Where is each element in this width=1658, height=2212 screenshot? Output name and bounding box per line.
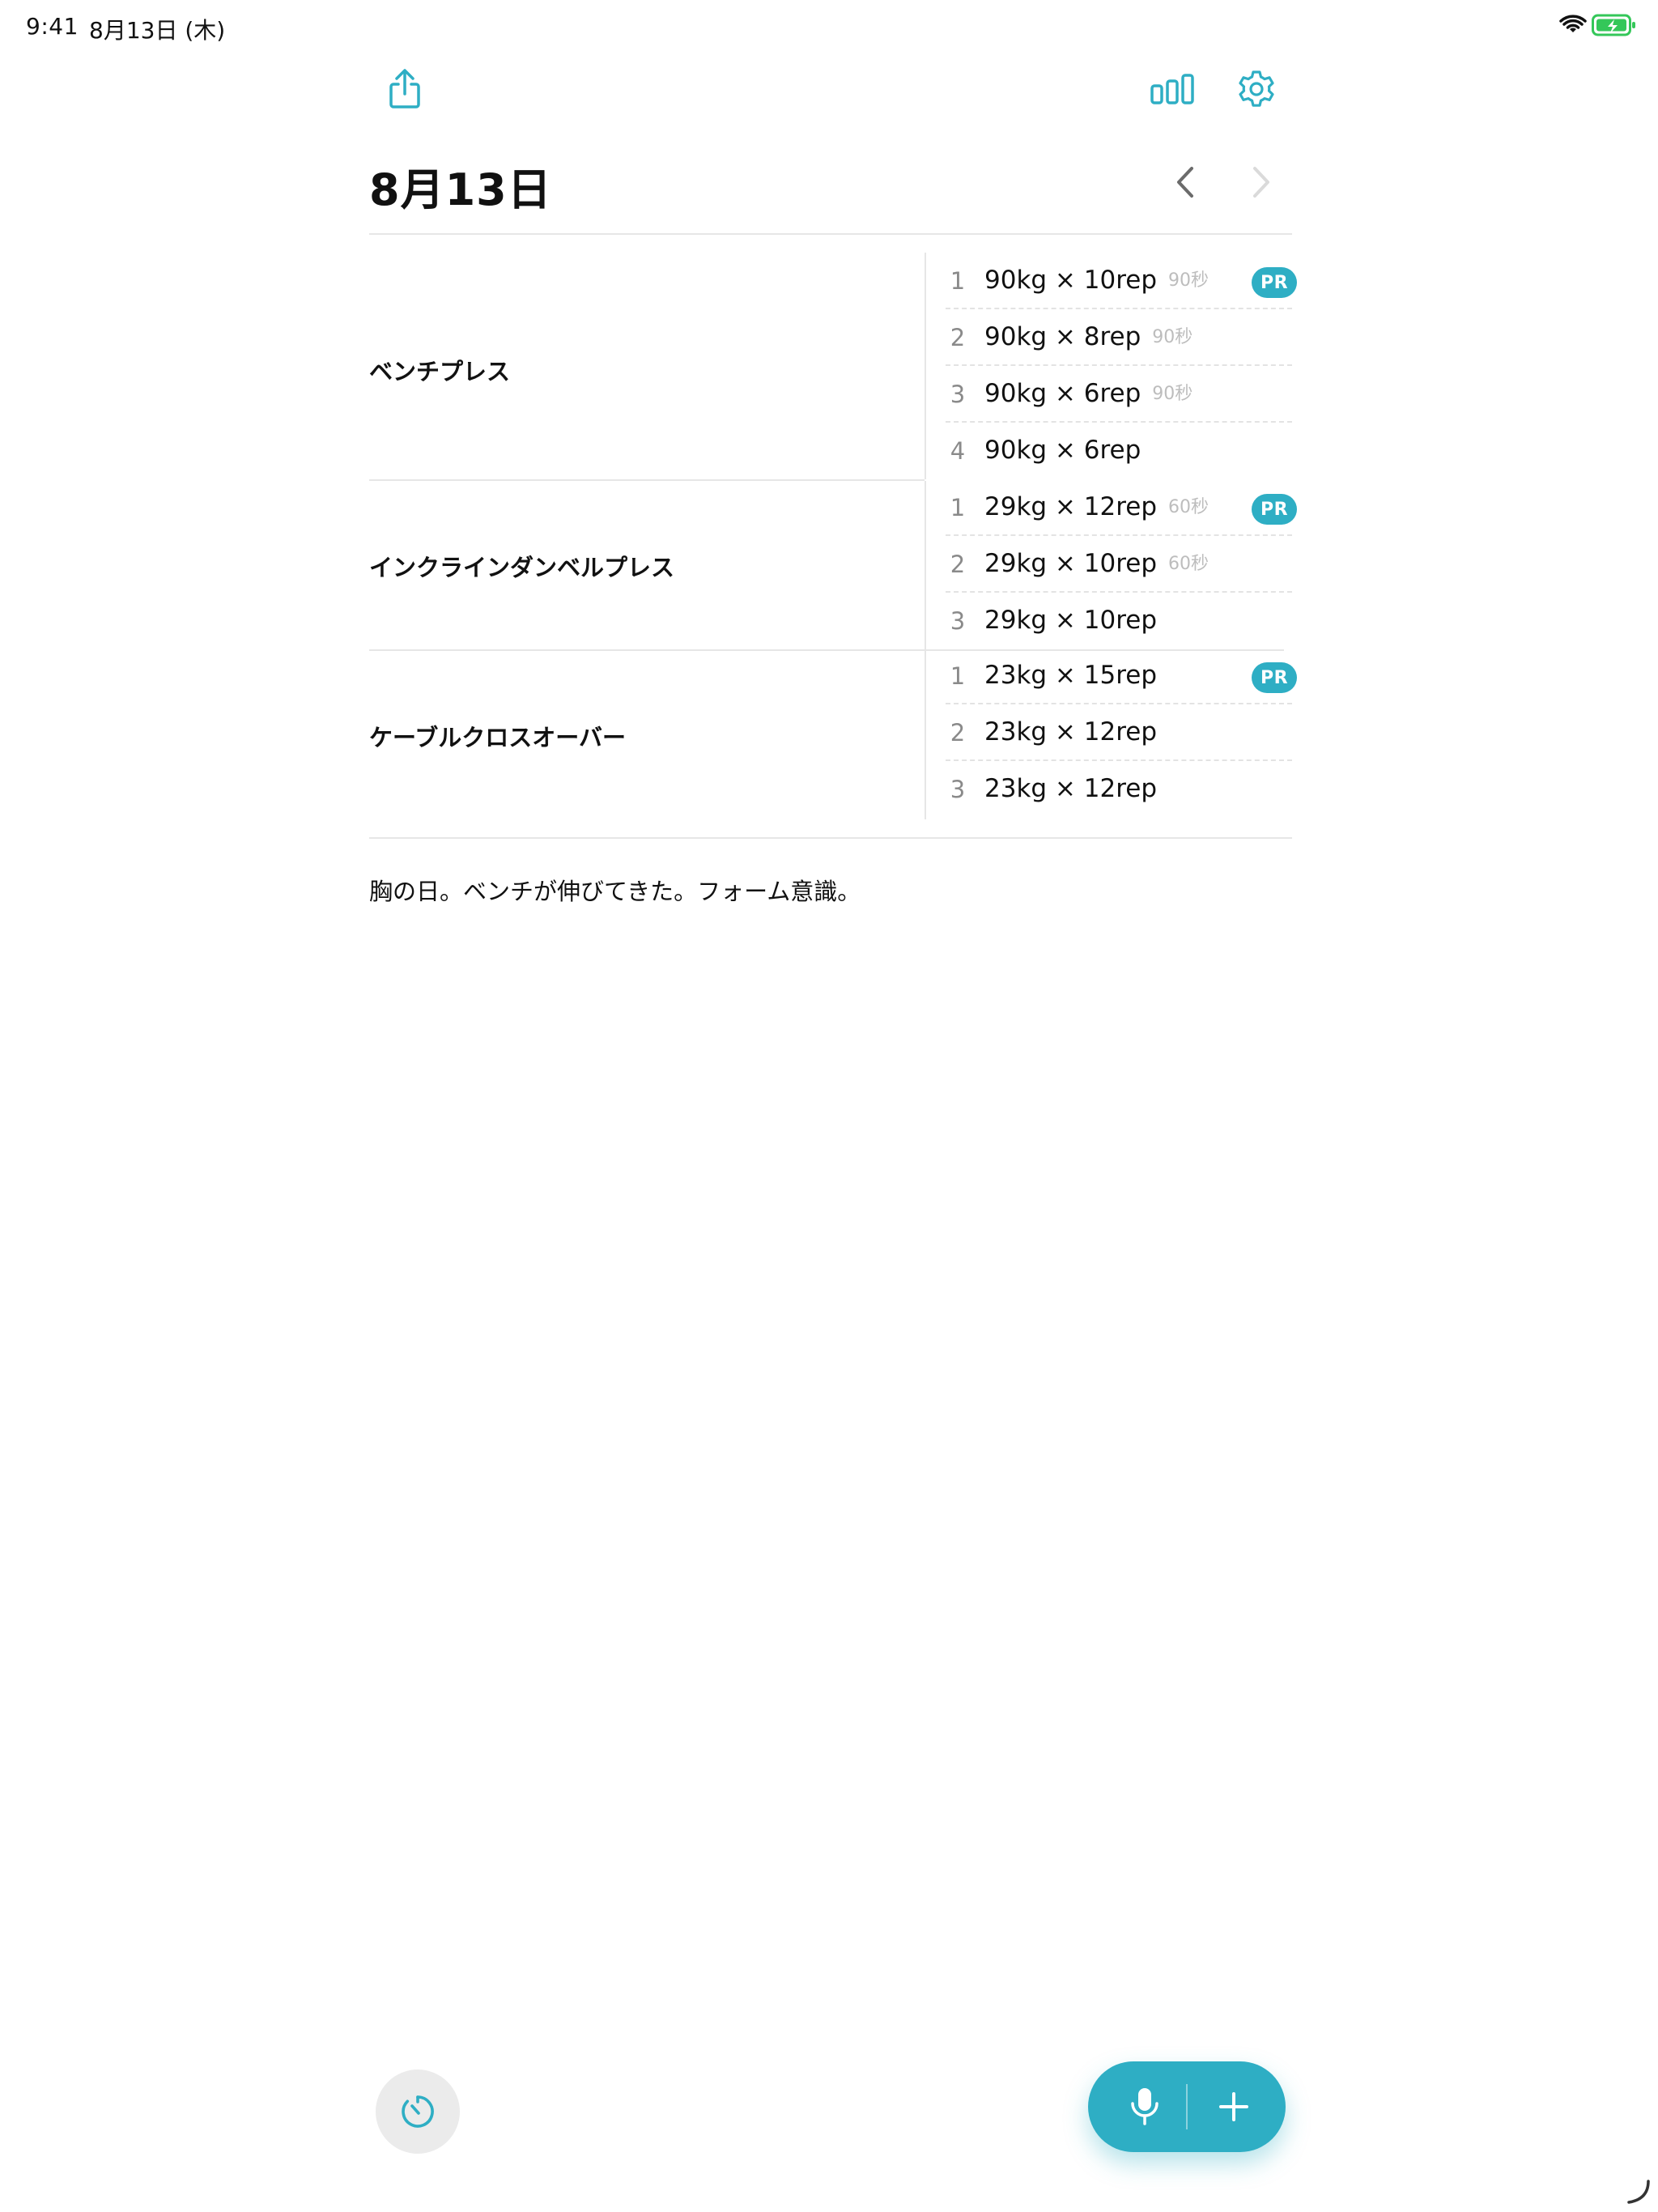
workout-divider — [369, 837, 1292, 839]
exercise-name: インクラインダンベルプレス — [369, 554, 675, 581]
set-row[interactable]: 2 90kg × 8rep 90秒 — [946, 309, 1292, 366]
microphone-icon — [1131, 2088, 1158, 2125]
exercise-name: ベンチプレス — [369, 358, 511, 385]
column-divider — [925, 253, 926, 479]
exercise-block[interactable]: インクラインダンベルプレス 1 29kg × 12rep 60秒 2 29kg ×… — [369, 481, 1292, 649]
page-title: 8月13日 — [369, 164, 552, 215]
set-number: 1 — [950, 494, 966, 521]
set-value: 29kg × 10rep — [984, 549, 1158, 578]
set-value: 90kg × 6rep — [984, 436, 1141, 465]
rest-time: 60秒 — [1168, 554, 1209, 574]
battery-charging-icon — [1592, 14, 1635, 36]
rest-time: 90秒 — [1152, 384, 1193, 404]
rest-time: 90秒 — [1152, 327, 1193, 347]
set-row[interactable]: 3 90kg × 6rep 90秒 — [946, 366, 1292, 423]
timer-icon — [402, 2095, 434, 2128]
fab-divider — [1186, 2084, 1188, 2129]
share-button[interactable] — [380, 65, 429, 113]
set-number: 4 — [950, 437, 966, 465]
settings-button[interactable] — [1231, 63, 1282, 115]
set-value-wrap: 29kg × 12rep 60秒 — [984, 492, 1209, 521]
share-icon — [389, 69, 420, 108]
set-number: 1 — [950, 662, 966, 690]
add-exercise-button[interactable] — [1209, 2082, 1258, 2131]
header-divider — [369, 233, 1292, 235]
set-number: 3 — [950, 381, 966, 408]
rest-time: 90秒 — [1168, 270, 1209, 291]
set-value: 23kg × 12rep — [984, 717, 1158, 747]
status-time: 9:41 — [26, 13, 79, 40]
set-value-wrap: 90kg × 10rep 90秒 — [984, 266, 1209, 295]
exercise-name: ケーブルクロスオーバー — [369, 724, 626, 751]
bar-chart-icon — [1150, 74, 1194, 104]
set-value-wrap: 90kg × 8rep 90秒 — [984, 322, 1192, 351]
set-value-wrap: 23kg × 12rep — [984, 717, 1168, 747]
set-row[interactable]: 1 23kg × 15rep — [946, 648, 1292, 704]
set-value: 29kg × 10rep — [984, 606, 1158, 635]
exercise-block[interactable]: ベンチプレス 1 90kg × 10rep 90秒 2 90kg × 8rep 90… — [369, 253, 1292, 479]
gear-icon — [1239, 70, 1274, 107]
set-row[interactable]: 1 90kg × 10rep 90秒 — [946, 253, 1292, 309]
set-value-wrap: 29kg × 10rep 60秒 — [984, 549, 1209, 578]
chevron-right-icon — [1253, 167, 1269, 198]
set-number: 3 — [950, 776, 966, 803]
set-value: 23kg × 12rep — [984, 774, 1158, 803]
column-divider — [925, 651, 926, 819]
set-value: 29kg × 12rep — [984, 492, 1158, 521]
set-row[interactable]: 2 29kg × 10rep 60秒 — [946, 536, 1292, 593]
set-value: 90kg × 8rep — [984, 322, 1141, 351]
pr-badge: PR — [1252, 267, 1297, 298]
plus-icon — [1219, 2092, 1248, 2121]
status-date: 8月13日 (木) — [89, 17, 226, 44]
voice-input-button[interactable] — [1120, 2082, 1169, 2131]
set-row[interactable]: 3 29kg × 10rep — [946, 593, 1292, 649]
set-number: 2 — [950, 719, 966, 747]
timer-button[interactable] — [376, 2069, 460, 2154]
set-value-wrap: 23kg × 15rep — [984, 661, 1168, 690]
next-day-button[interactable] — [1242, 162, 1278, 202]
stats-button[interactable] — [1146, 65, 1198, 113]
set-value-wrap: 29kg × 10rep — [984, 606, 1168, 635]
set-value-wrap: 90kg × 6rep — [984, 436, 1152, 465]
set-number: 1 — [950, 267, 966, 295]
wifi-icon — [1559, 15, 1587, 32]
set-value-wrap: 23kg × 12rep — [984, 774, 1168, 803]
column-divider — [925, 481, 926, 649]
status-bar: 9:41 8月13日 (木) — [0, 0, 1658, 52]
previous-day-button[interactable] — [1169, 162, 1205, 202]
set-value: 23kg × 15rep — [984, 661, 1158, 690]
set-row[interactable]: 2 23kg × 12rep — [946, 704, 1292, 761]
action-button-group — [1088, 2061, 1286, 2152]
set-number: 2 — [950, 551, 966, 578]
set-row[interactable]: 1 29kg × 12rep 60秒 — [946, 479, 1292, 536]
pr-badge: PR — [1252, 494, 1297, 525]
pr-badge: PR — [1252, 662, 1297, 693]
set-number: 2 — [950, 324, 966, 351]
resize-grip-icon — [1627, 2180, 1650, 2204]
set-value: 90kg × 10rep — [984, 266, 1158, 295]
set-row[interactable]: 3 23kg × 12rep — [946, 761, 1292, 818]
chevron-left-icon — [1177, 167, 1193, 198]
exercise-block[interactable]: ケーブルクロスオーバー 1 23kg × 15rep 2 23kg × 12re… — [369, 651, 1292, 819]
set-number: 3 — [950, 607, 966, 635]
set-value: 90kg × 6rep — [984, 379, 1141, 408]
memo-text[interactable]: 胸の日。ベンチが伸びてきた。フォーム意識。 — [369, 873, 861, 907]
set-row[interactable]: 4 90kg × 6rep — [946, 423, 1292, 479]
rest-time: 60秒 — [1168, 497, 1209, 517]
set-value-wrap: 90kg × 6rep 90秒 — [984, 379, 1192, 408]
